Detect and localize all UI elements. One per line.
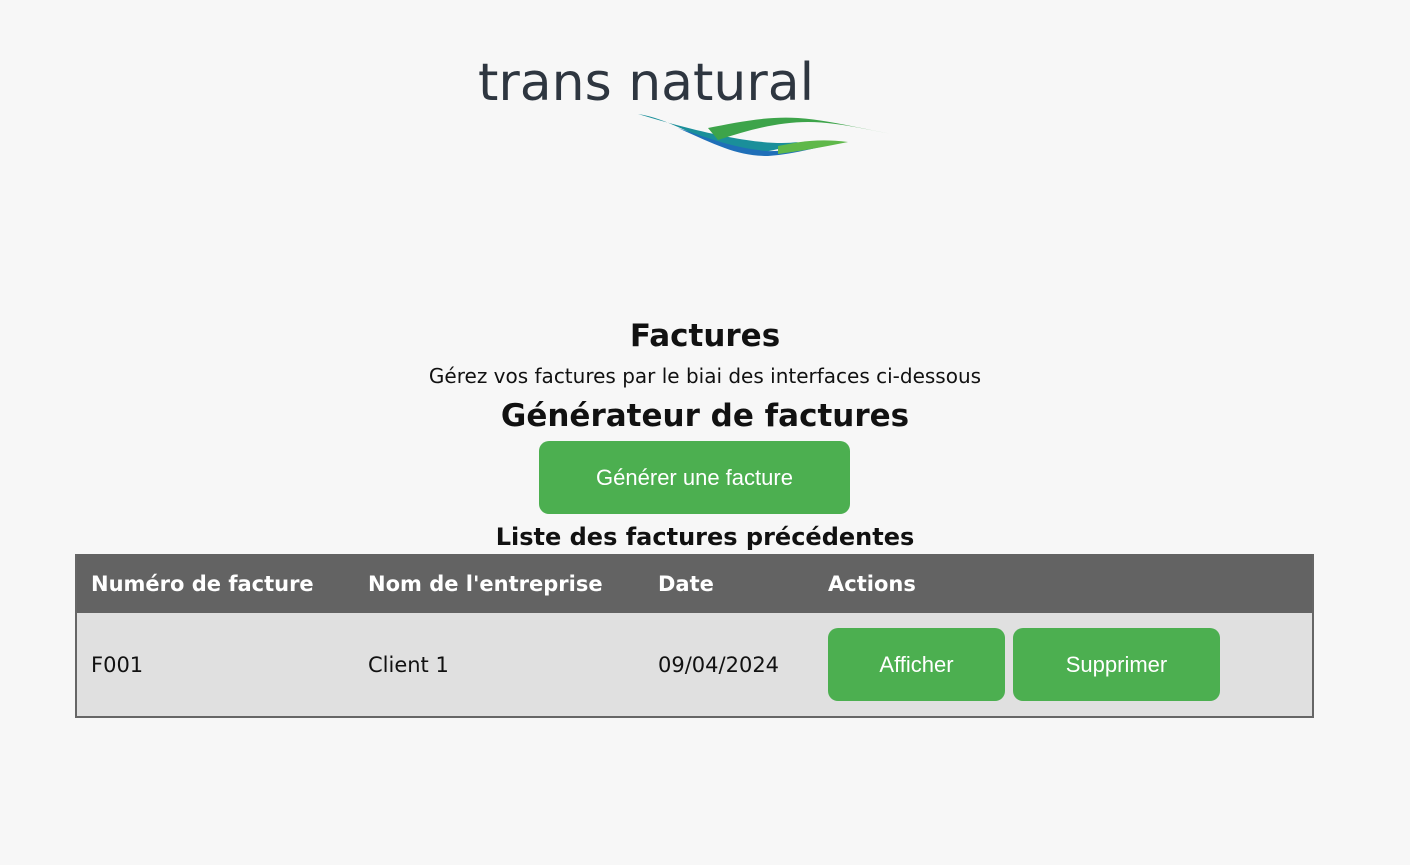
header-row: Numéro de facture Nom de l'entreprise Da…	[77, 554, 1312, 613]
invoice-list-title: Liste des factures précédentes	[495, 523, 915, 551]
invoice-table-body: F001 Client 1 09/04/2024 Afficher Supprim…	[77, 613, 1312, 716]
page-title: Factures	[629, 318, 781, 354]
trans-natural-logo: trans natural	[478, 50, 898, 165]
page: trans natural Factures Gérez vos facture…	[0, 0, 1410, 865]
generate-invoice-button[interactable]: Générer une facture	[539, 441, 850, 514]
invoice-number-cell: F001	[91, 652, 144, 677]
company-name-cell: Client 1	[368, 652, 449, 677]
generator-title: Générateur de factures	[500, 398, 910, 434]
column-header-number: Numéro de facture	[91, 571, 314, 596]
invoice-table: Numéro de facture Nom de l'entreprise Da…	[77, 554, 1312, 716]
delete-invoice-button[interactable]: Supprimer	[1013, 628, 1220, 701]
invoice-date-cell: 09/04/2024	[658, 652, 780, 677]
page-subtitle: Gérez vos factures par le biai des inter…	[428, 364, 982, 388]
invoice-table-header: Numéro de facture Nom de l'entreprise Da…	[77, 554, 1312, 613]
column-header-date: Date	[658, 571, 714, 596]
actions-cell: Afficher Supprimer	[814, 613, 1312, 716]
invoice-table-container: Numéro de facture Nom de l'entreprise Da…	[75, 554, 1314, 718]
table-row: F001 Client 1 09/04/2024 Afficher Supprim…	[77, 613, 1312, 716]
column-header-actions: Actions	[828, 571, 916, 596]
show-invoice-button[interactable]: Afficher	[828, 628, 1005, 701]
logo-graphic: trans natural	[478, 53, 892, 156]
logo-wordmark: trans natural	[478, 53, 814, 113]
column-header-company: Nom de l'entreprise	[368, 571, 603, 596]
